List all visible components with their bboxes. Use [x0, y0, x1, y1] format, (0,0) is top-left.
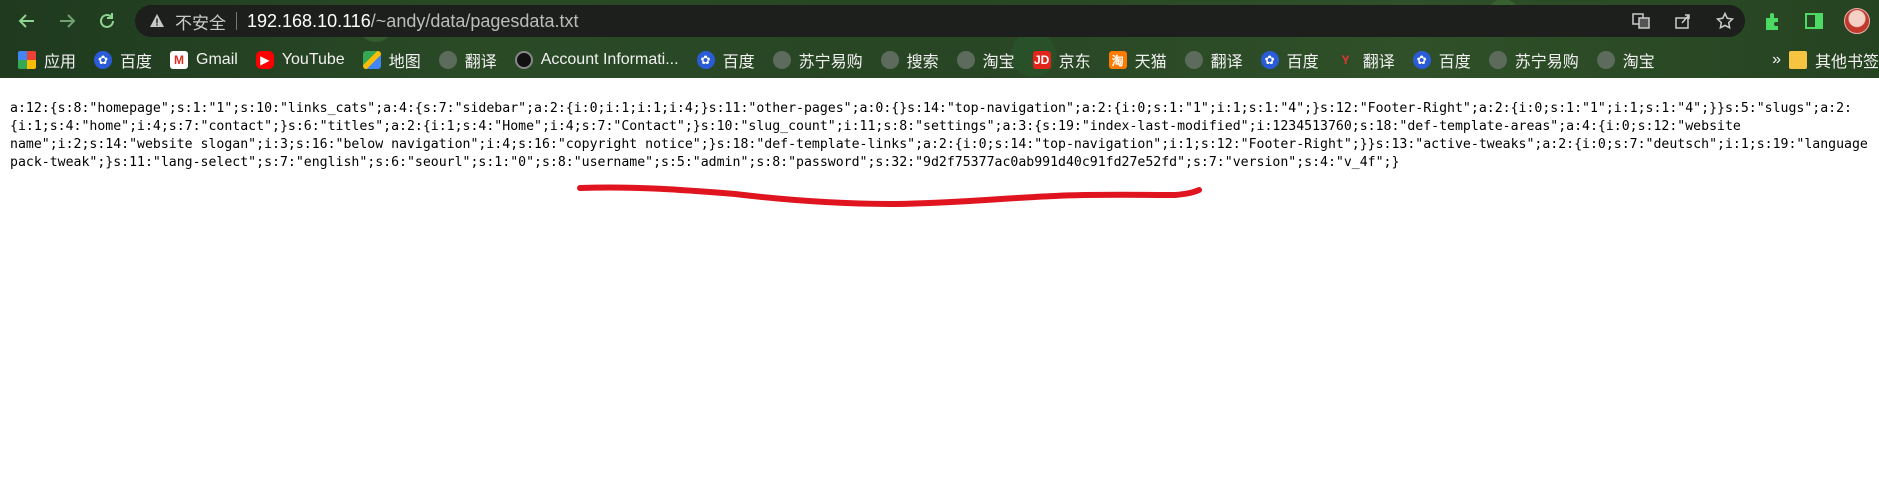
other-bookmarks-label: 其他书签: [1814, 54, 1879, 71]
text-line: a:12:{s:8:"homepage";s:1:"1";s:10:"links…: [10, 101, 1852, 116]
baidu-paw-icon: ✿: [94, 51, 113, 69]
bookmark-item[interactable]: 翻译: [438, 47, 497, 73]
reload-icon[interactable]: [96, 10, 118, 32]
account-circle-icon: [514, 51, 533, 69]
translate-red-icon: Y: [1341, 53, 1350, 67]
bookmark-label: 苏宁易购: [1514, 54, 1579, 71]
bookmark-item[interactable]: ✿ 百度: [696, 47, 755, 73]
bookmark-item[interactable]: JD 京东: [1032, 47, 1091, 73]
security-label: 不安全: [175, 13, 226, 33]
text-document: a:12:{s:8:"homepage";s:1:"1";s:10:"links…: [10, 100, 1879, 172]
text-line: pack-tweak";}s:11:"lang-select";s:7:"eng…: [10, 155, 1400, 170]
globe-icon: [956, 51, 975, 69]
bookmark-label: 应用: [44, 54, 77, 71]
red-underline-annotation: [577, 184, 1202, 208]
apps-grid-icon: [18, 51, 36, 69]
url-path: /~andy/data/pagesdata.txt: [370, 10, 579, 31]
address-bar[interactable]: 不安全 192.168.10.116 /~andy/data/pagesdata…: [135, 5, 1745, 37]
bookmarks-bar: 应用 ✿ 百度 M Gmail ▶ YouTube 地图 翻译 Account Informati…: [0, 46, 1879, 74]
bookmark-item[interactable]: 苏宁易购: [1488, 47, 1579, 73]
globe-icon: [438, 51, 457, 69]
text-line: {i:1;s:4:"home";i:4;s:7:"contact";}s:6:"…: [10, 119, 1741, 134]
bookmark-item[interactable]: ▶ YouTube: [255, 47, 345, 73]
bookmark-item[interactable]: ✿ 百度: [1260, 47, 1319, 73]
bookmark-label: 搜索: [906, 54, 939, 71]
bookmark-label: 翻译: [1210, 54, 1243, 71]
warning-triangle-icon[interactable]: [149, 13, 165, 29]
bookmark-label: Account Informati...: [540, 51, 679, 68]
gmail-icon: M: [170, 51, 189, 69]
jd-icon: JD: [1032, 51, 1051, 69]
bookmark-item[interactable]: 地图: [362, 47, 421, 73]
baidu-paw-icon: ✿: [1260, 51, 1279, 69]
browser-toolbar: 不安全 192.168.10.116 /~andy/data/pagesdata…: [0, 0, 1879, 42]
bookmark-label: Gmail: [196, 51, 238, 68]
extensions-puzzle-icon[interactable]: [1760, 9, 1784, 33]
profile-avatar[interactable]: [1844, 8, 1870, 34]
folder-icon: [1788, 51, 1807, 69]
baidu-paw-icon: ✿: [1412, 51, 1431, 69]
bookmark-label: 苏宁易购: [798, 54, 863, 71]
bookmark-label: 翻译: [464, 54, 497, 71]
bookmark-item[interactable]: 搜索: [880, 47, 939, 73]
globe-icon: [1596, 51, 1615, 69]
other-bookmarks-folder[interactable]: 其他书签: [1788, 47, 1879, 73]
bookmark-label: 淘宝: [982, 54, 1015, 71]
globe-icon: [772, 51, 791, 69]
baidu-paw-icon: ✿: [696, 51, 715, 69]
bookmark-item[interactable]: 苏宁易购: [772, 47, 863, 73]
bookmark-item[interactable]: M Gmail: [170, 47, 238, 73]
globe-icon: [1184, 51, 1203, 69]
bookmark-label: 翻译: [1362, 54, 1395, 71]
bookmark-item[interactable]: 淘宝: [1596, 47, 1655, 73]
bookmarks-overflow-chevron-icon[interactable]: »: [1772, 47, 1781, 73]
share-icon[interactable]: [1673, 11, 1693, 31]
maps-icon: [362, 51, 381, 69]
bookmark-label: 天猫: [1134, 54, 1167, 71]
tmall-icon: 淘: [1108, 51, 1127, 69]
back-arrow-icon[interactable]: [16, 10, 38, 32]
address-divider: [236, 12, 237, 30]
globe-icon: [1488, 51, 1507, 69]
bookmark-label: 百度: [722, 54, 755, 71]
bookmark-label: 地图: [388, 54, 421, 71]
forward-arrow-icon[interactable]: [56, 10, 78, 32]
translate-page-icon[interactable]: [1631, 11, 1651, 31]
bookmark-item[interactable]: 翻译: [1184, 47, 1243, 73]
bookmark-label: 百度: [120, 54, 153, 71]
bookmark-label: 百度: [1286, 54, 1319, 71]
url-host: 192.168.10.116: [247, 10, 371, 31]
bookmark-item[interactable]: 淘宝: [956, 47, 1015, 73]
bookmark-item[interactable]: Y 翻译: [1337, 47, 1395, 73]
bookmark-item[interactable]: ✿ 百度: [1412, 47, 1471, 73]
bookmark-label: YouTube: [281, 51, 345, 68]
bookmark-item[interactable]: ✿ 百度: [94, 47, 152, 73]
bookmark-label: 百度: [1438, 54, 1471, 71]
youtube-icon: ▶: [255, 51, 274, 69]
browser-chrome: 不安全 192.168.10.116 /~andy/data/pagesdata…: [0, 0, 1879, 78]
bookmark-item[interactable]: 淘天猫: [1108, 47, 1167, 73]
bookmark-item[interactable]: Account Informati...: [514, 47, 679, 73]
bookmark-label: 京东: [1058, 54, 1091, 71]
globe-icon: [880, 51, 899, 69]
text-line: name";i:2;s:14:"website slogan";i:3;s:16…: [10, 137, 1868, 152]
bookmark-star-icon[interactable]: [1715, 11, 1735, 31]
side-panel-icon[interactable]: [1802, 9, 1826, 33]
bookmark-label: 淘宝: [1622, 54, 1655, 71]
bookmark-item[interactable]: 应用: [18, 47, 76, 73]
